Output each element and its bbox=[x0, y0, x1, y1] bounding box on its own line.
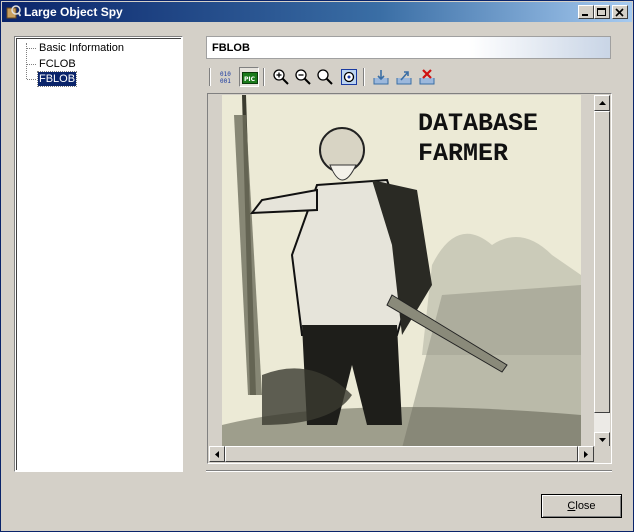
tree-item-label: Basic Information bbox=[39, 42, 124, 54]
picture-view-button[interactable]: PIC bbox=[239, 67, 259, 87]
vertical-scrollbar[interactable] bbox=[594, 95, 610, 448]
caption-line-2: FARMER bbox=[418, 139, 509, 168]
svg-text:010: 010 bbox=[220, 71, 231, 78]
delete-button[interactable] bbox=[417, 67, 437, 87]
scroll-right-button[interactable] bbox=[578, 446, 594, 462]
svg-text:PIC: PIC bbox=[244, 76, 256, 83]
tree-item-label: FBLOB bbox=[36, 71, 78, 87]
title-bar[interactable]: Large Object Spy bbox=[2, 2, 632, 22]
scroll-up-button[interactable] bbox=[594, 95, 610, 111]
zoom-reset-icon bbox=[317, 69, 333, 85]
zoom-fit-button[interactable] bbox=[339, 67, 359, 87]
arrow-down-icon bbox=[599, 438, 606, 442]
zoom-in-icon bbox=[273, 69, 289, 85]
tree-inner: Basic Information FCLOB FBLOB bbox=[16, 38, 181, 470]
blob-viewer[interactable]: DATABASE FARMER bbox=[207, 93, 612, 464]
delete-icon bbox=[419, 69, 435, 85]
footer-divider bbox=[206, 470, 612, 472]
vertical-scroll-thumb[interactable] bbox=[594, 111, 610, 413]
window-title: Large Object Spy bbox=[24, 5, 123, 19]
large-object-spy-window: Large Object Spy Basic Information FCLOB… bbox=[0, 0, 634, 532]
toolbar-separator bbox=[263, 68, 265, 86]
lob-tree[interactable]: Basic Information FCLOB FBLOB bbox=[14, 36, 183, 472]
svg-text:001: 001 bbox=[220, 78, 231, 85]
maximize-icon bbox=[597, 8, 606, 16]
scroll-left-button[interactable] bbox=[209, 446, 225, 462]
toolbar-separator bbox=[209, 68, 211, 86]
app-icon bbox=[6, 5, 21, 19]
import-icon bbox=[373, 70, 389, 85]
picture-view-icon: PIC bbox=[242, 72, 258, 84]
binary-view-icon: 010001 bbox=[220, 71, 231, 85]
arrow-left-icon bbox=[215, 451, 219, 458]
image-caption: DATABASE FARMER bbox=[418, 109, 538, 169]
close-label-rest: lose bbox=[575, 500, 596, 512]
horizontal-scroll-thumb[interactable] bbox=[225, 446, 578, 462]
import-button[interactable] bbox=[371, 67, 391, 87]
arrow-up-icon bbox=[599, 101, 606, 105]
caption-line-1: DATABASE bbox=[418, 109, 539, 138]
zoom-in-button[interactable] bbox=[271, 67, 291, 87]
minimize-button[interactable] bbox=[578, 5, 594, 19]
horizontal-scrollbar[interactable] bbox=[209, 446, 594, 462]
zoom-fit-icon bbox=[341, 69, 357, 85]
toolbar-separator bbox=[363, 68, 365, 86]
close-button[interactable]: Close bbox=[541, 494, 622, 518]
zoom-out-button[interactable] bbox=[293, 67, 313, 87]
zoom-out-icon bbox=[295, 69, 311, 85]
minimize-icon bbox=[582, 14, 588, 16]
export-icon bbox=[396, 71, 412, 85]
binary-view-button[interactable]: 010 001 bbox=[217, 67, 237, 87]
export-button[interactable] bbox=[394, 67, 414, 87]
scroll-corner bbox=[594, 446, 610, 462]
close-icon bbox=[615, 8, 624, 17]
field-name: FBLOB bbox=[212, 42, 250, 54]
viewer-toolbar: 010 001 PIC bbox=[207, 65, 611, 89]
close-window-button[interactable] bbox=[612, 5, 628, 19]
blob-image: DATABASE FARMER bbox=[222, 95, 581, 448]
arrow-right-icon bbox=[584, 451, 588, 458]
field-name-header: FBLOB bbox=[206, 36, 611, 59]
zoom-reset-button[interactable] bbox=[315, 67, 335, 87]
tree-item-label: FCLOB bbox=[39, 58, 76, 70]
maximize-button[interactable] bbox=[594, 5, 610, 19]
